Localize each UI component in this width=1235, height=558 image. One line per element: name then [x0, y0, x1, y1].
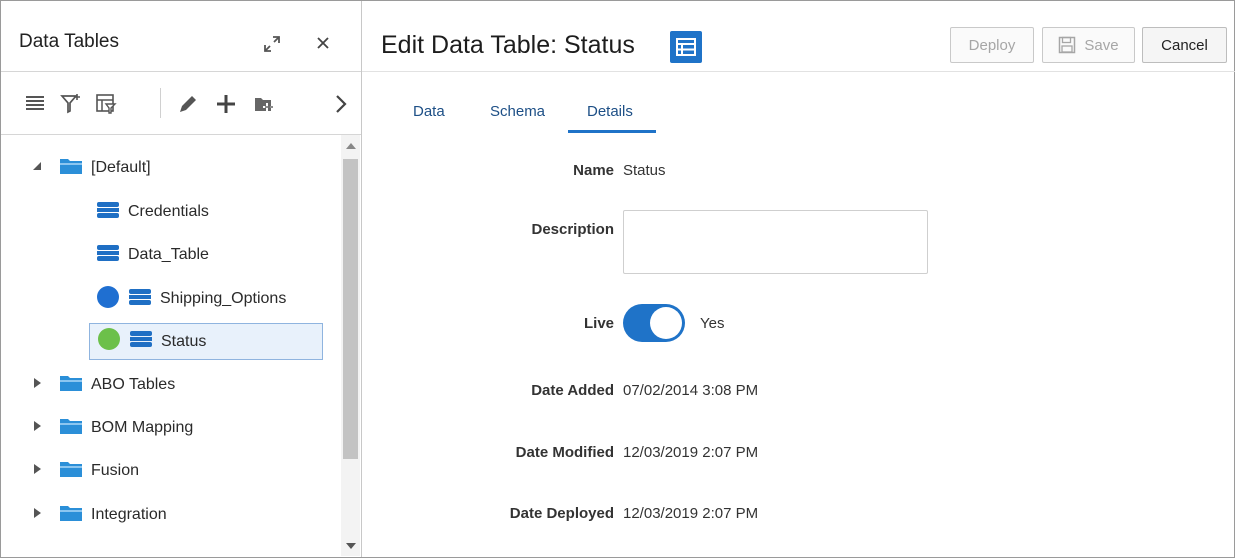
tree-node-data-table[interactable]: Data_Table: [96, 238, 209, 272]
table-view-icon[interactable]: [670, 31, 702, 63]
expand-triangle-icon[interactable]: [31, 462, 43, 480]
tree-node-bom-mapping[interactable]: BOM Mapping: [31, 411, 193, 445]
tree-node-default[interactable]: [Default]: [31, 151, 151, 185]
edit-panel: Edit Data Table: Status Deploy Save Canc…: [362, 1, 1235, 557]
date-added-label: Date Added: [531, 382, 614, 399]
expand-triangle-icon[interactable]: [31, 506, 43, 524]
data-table-tree: [Default] Credentials Data_Table Shippin…: [1, 135, 341, 555]
tree-node-abo-tables[interactable]: ABO Tables: [31, 368, 175, 402]
expand-triangle-icon[interactable]: [31, 419, 43, 437]
tree-node-integration[interactable]: Integration: [31, 498, 167, 532]
table-icon: [129, 329, 153, 354]
name-label: Name: [573, 162, 614, 179]
table-icon: [96, 200, 120, 225]
page-title: Edit Data Table: Status: [381, 31, 635, 59]
live-label: Live: [583, 315, 614, 332]
name-value: Status: [623, 162, 666, 179]
filter-icon[interactable]: [59, 92, 83, 116]
tree-node-fusion[interactable]: Fusion: [31, 454, 139, 488]
table-icon: [96, 243, 120, 268]
detail-tabs: Data Schema Details: [362, 89, 1235, 135]
tree-node-status[interactable]: Status: [89, 323, 323, 360]
add-folder-icon[interactable]: [252, 92, 276, 116]
folder-icon: [59, 156, 83, 181]
folder-icon: [59, 373, 83, 398]
tab-details[interactable]: Details: [587, 103, 633, 120]
folder-icon: [59, 416, 83, 441]
status-dot-icon: [97, 327, 121, 356]
save-icon: [1058, 36, 1076, 54]
date-modified-label: Date Modified: [515, 444, 614, 461]
toggle-knob: [650, 307, 682, 339]
table-icon: [128, 287, 152, 312]
save-button[interactable]: Save: [1042, 27, 1135, 63]
tab-data[interactable]: Data: [413, 103, 445, 120]
live-value: Yes: [700, 315, 725, 332]
collapse-triangle-icon[interactable]: [31, 159, 43, 177]
scrollbar-thumb[interactable]: [343, 159, 358, 459]
tab-schema[interactable]: Schema: [490, 103, 545, 120]
toolbar-divider: [160, 88, 161, 118]
expand-triangle-icon[interactable]: [31, 376, 43, 394]
close-icon[interactable]: [315, 35, 331, 56]
list-icon[interactable]: [23, 92, 47, 116]
tree-toolbar: [1, 72, 361, 135]
folder-icon: [59, 503, 83, 528]
date-added-value: 07/02/2014 3:08 PM: [623, 382, 759, 399]
date-deployed-label: Date Deployed: [509, 505, 614, 522]
edit-panel-header: Edit Data Table: Status Deploy Save Canc…: [362, 1, 1235, 72]
tree-scrollbar[interactable]: [341, 135, 360, 556]
chevron-right-icon[interactable]: [329, 92, 353, 116]
active-tab-indicator: [568, 130, 656, 133]
live-toggle[interactable]: [623, 304, 685, 342]
description-label: Description: [531, 221, 614, 238]
date-modified-value: 12/03/2019 2:07 PM: [623, 444, 759, 461]
description-field[interactable]: [623, 210, 928, 274]
data-tables-panel: Data Tables [Default] Credentials Data_T…: [1, 1, 362, 557]
scroll-up-icon[interactable]: [346, 143, 356, 149]
cancel-button[interactable]: Cancel: [1142, 27, 1227, 63]
app-window: Data Tables [Default] Credentials Data_T…: [0, 0, 1235, 558]
scroll-down-icon[interactable]: [346, 543, 356, 549]
add-icon[interactable]: [214, 92, 238, 116]
folder-icon: [59, 459, 83, 484]
tree-node-credentials[interactable]: Credentials: [96, 195, 209, 229]
expand-icon[interactable]: [263, 35, 281, 58]
tree-node-shipping-options[interactable]: Shipping_Options: [96, 282, 286, 316]
panel-title: Data Tables: [19, 31, 119, 52]
left-panel-header: Data Tables: [1, 1, 361, 72]
status-dot-icon: [96, 285, 120, 314]
edit-icon[interactable]: [176, 92, 200, 116]
filter-table-icon[interactable]: [94, 92, 118, 116]
date-deployed-value: 12/03/2019 2:07 PM: [623, 505, 759, 522]
deploy-button[interactable]: Deploy: [950, 27, 1034, 63]
